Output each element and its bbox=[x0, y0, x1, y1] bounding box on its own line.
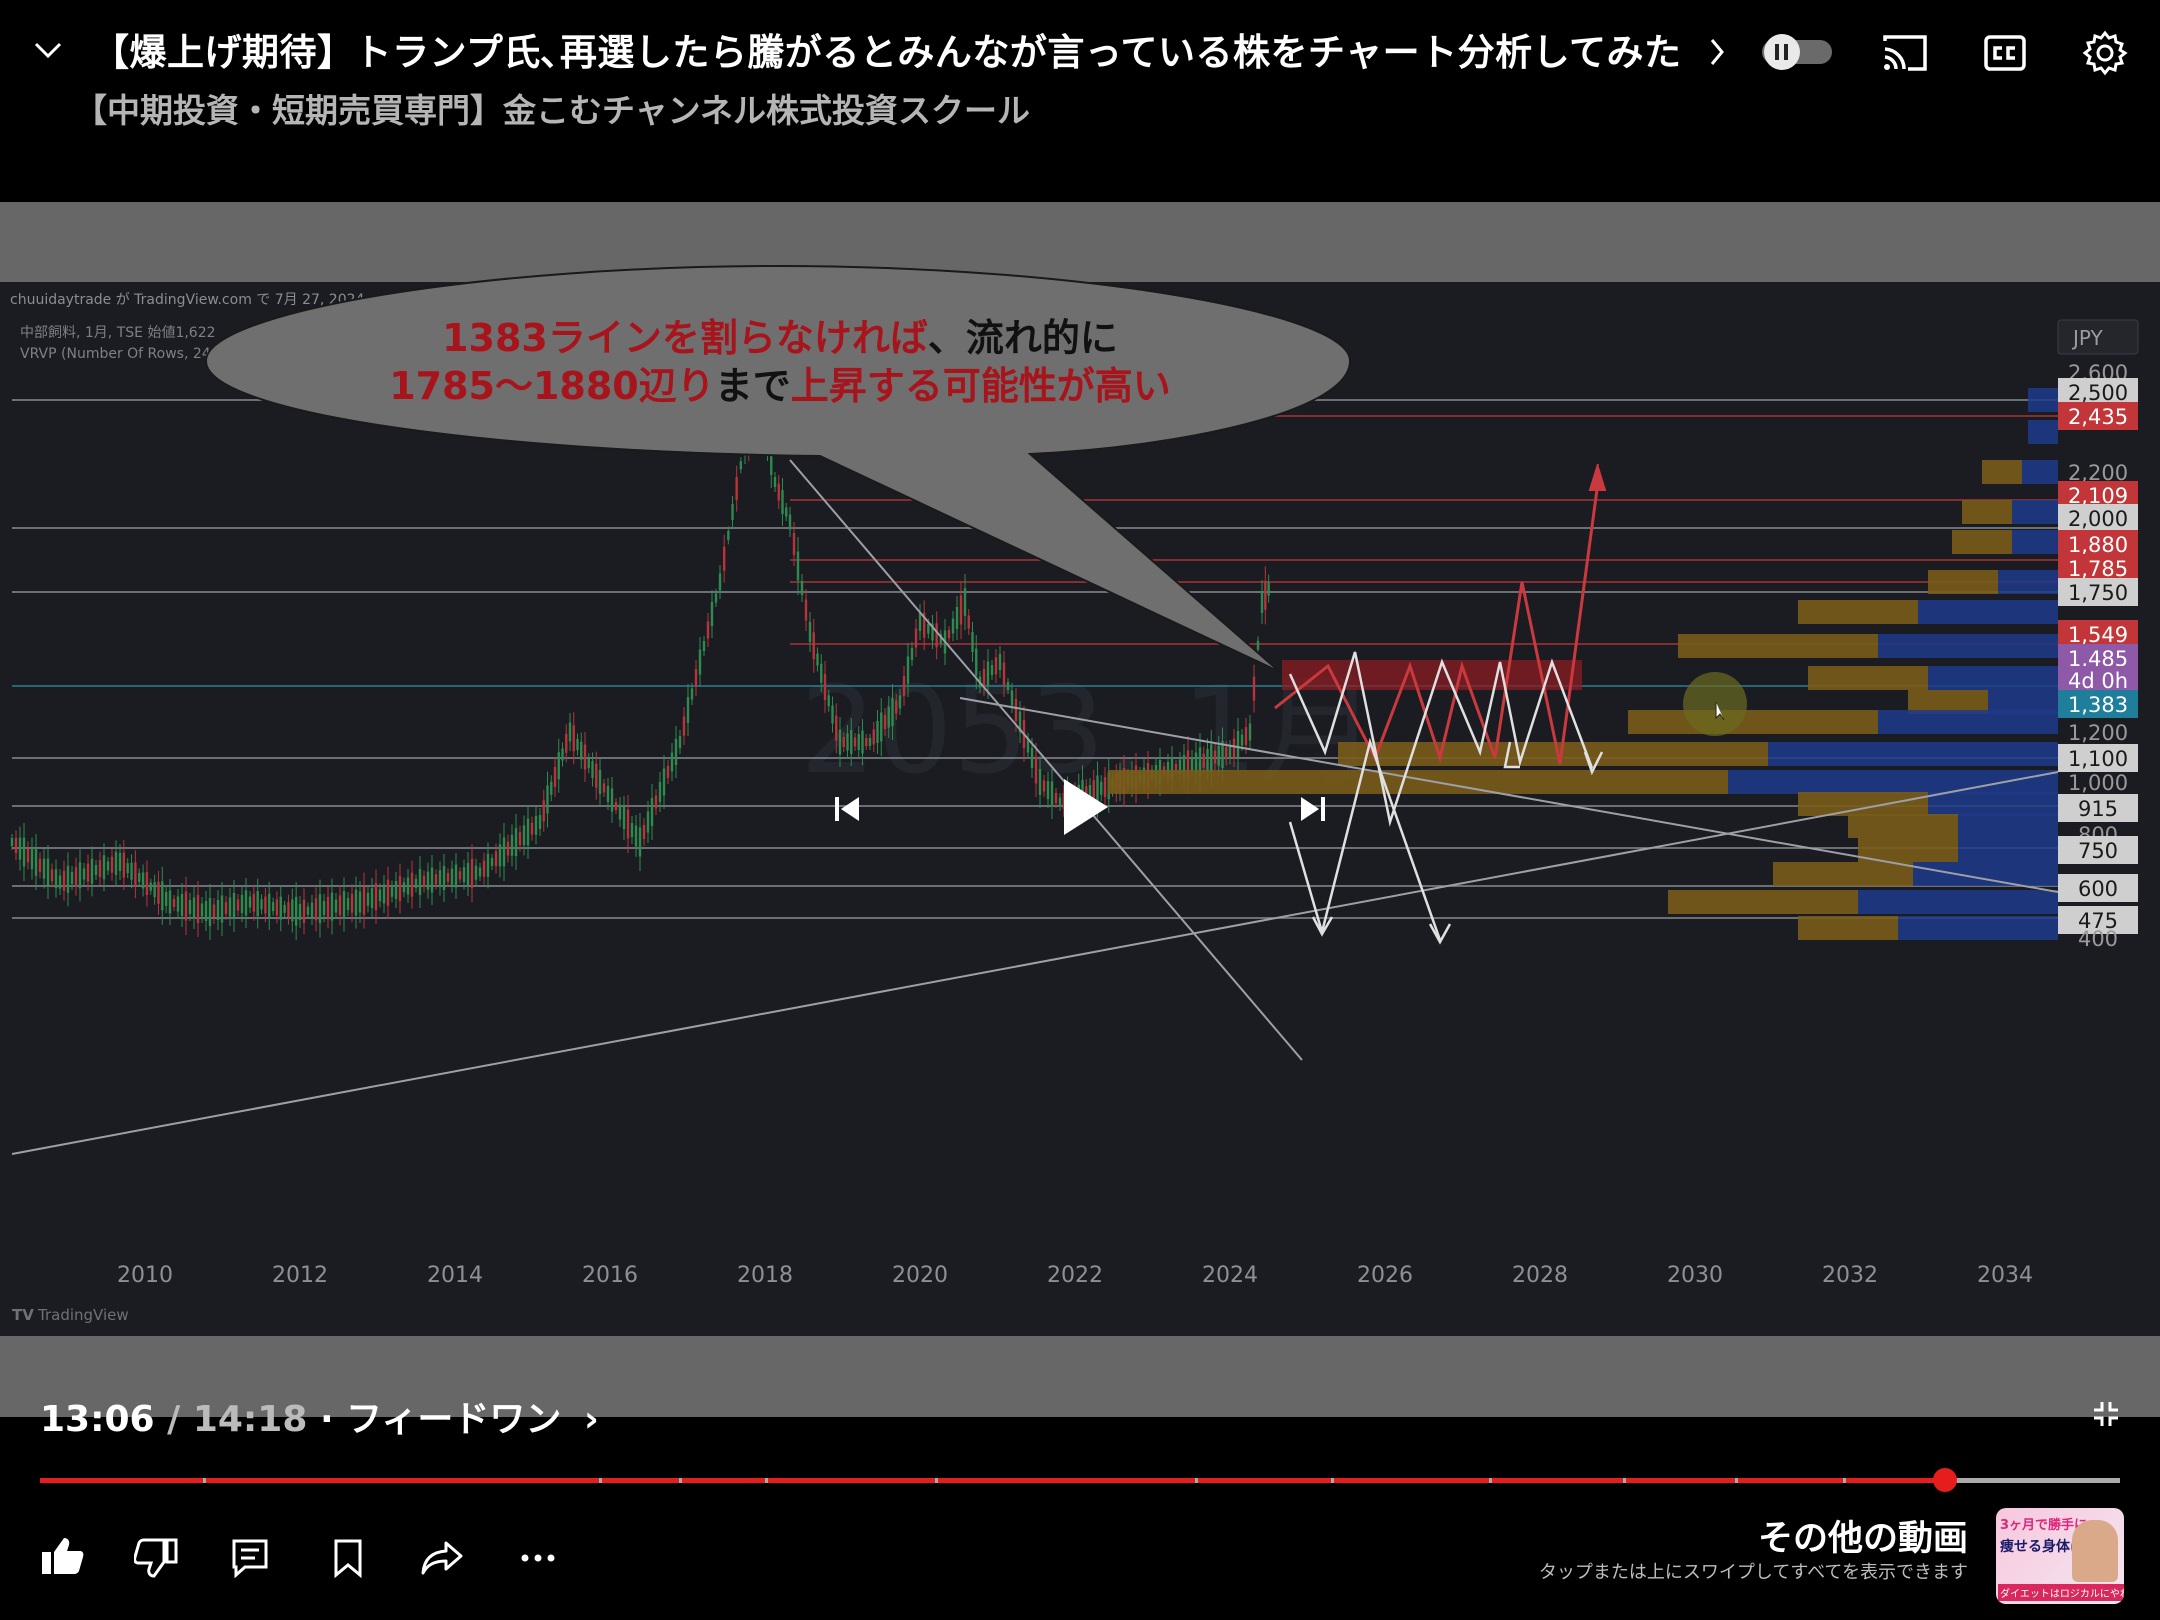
exit-fullscreen-icon[interactable] bbox=[2088, 1396, 2124, 1432]
channel-name[interactable]: 【中期投資・短期売買専門】金こむチャンネル株式投資スクール bbox=[74, 84, 1030, 132]
settings-gear-icon[interactable] bbox=[2080, 28, 2130, 78]
year-tick: 2016 bbox=[582, 1263, 638, 1288]
progress-chapter-segment bbox=[1846, 1478, 1943, 1483]
progress-scrubber[interactable] bbox=[1933, 1468, 1958, 1492]
progress-chapter-segment bbox=[1334, 1478, 1489, 1483]
video-title-text: 【爆上げ期待】トランプ氏､再選したら騰がるとみんなが言っている株をチャート分析し… bbox=[92, 31, 1682, 74]
year-tick: 2030 bbox=[1667, 1263, 1723, 1288]
progress-chapter-segment bbox=[1626, 1478, 1735, 1483]
captions-icon[interactable] bbox=[1982, 30, 2028, 76]
progress-chapter-segment bbox=[1198, 1478, 1331, 1483]
chapter-chevron-icon[interactable]: › bbox=[584, 1399, 599, 1440]
year-tick: 2024 bbox=[1202, 1263, 1258, 1288]
price-tick: 400 bbox=[2078, 927, 2118, 951]
share-button[interactable] bbox=[414, 1530, 470, 1586]
video-player[interactable]: chuuidaytrade が TradingView.com で 7月 27,… bbox=[0, 202, 2160, 1417]
like-button[interactable] bbox=[34, 1528, 90, 1584]
video-title[interactable]: 【爆上げ期待】トランプ氏､再選したら騰がるとみんなが言っている株をチャート分析し… bbox=[92, 22, 1725, 76]
more-videos-title[interactable]: その他の動画 bbox=[1758, 1510, 1968, 1561]
year-tick: 2028 bbox=[1512, 1263, 1568, 1288]
progress-chapter-segment bbox=[206, 1478, 599, 1483]
year-tick: 2026 bbox=[1357, 1263, 1413, 1288]
chapter-title[interactable]: · フィードワン bbox=[307, 1399, 562, 1440]
progress-chapter-segment bbox=[1738, 1478, 1843, 1483]
save-bookmark-button[interactable] bbox=[320, 1530, 376, 1586]
time-display: 13:06 / 14:18 · フィードワン › bbox=[40, 1390, 599, 1442]
duration: 14:18 bbox=[192, 1399, 308, 1440]
callout-red-1: 1383ラインを割らなければ bbox=[442, 316, 928, 360]
next-icon[interactable] bbox=[1288, 784, 1338, 834]
progress-chapter-segment bbox=[682, 1478, 765, 1483]
year-tick: 2010 bbox=[117, 1263, 173, 1288]
progress-chapter-segment bbox=[1492, 1478, 1623, 1483]
comments-button[interactable] bbox=[222, 1530, 278, 1586]
tradingview-label: TradingView bbox=[37, 1306, 129, 1324]
previous-icon[interactable] bbox=[822, 784, 872, 834]
year-tick: 2018 bbox=[737, 1263, 793, 1288]
year-tick: 2014 bbox=[427, 1263, 483, 1288]
dislike-button[interactable] bbox=[128, 1530, 184, 1586]
title-chevron-icon bbox=[1709, 33, 1725, 76]
progress-chapter-segment bbox=[768, 1478, 935, 1483]
collapse-chevron-icon[interactable] bbox=[28, 30, 68, 70]
year-tick: 2032 bbox=[1822, 1263, 1878, 1288]
progress-bar[interactable] bbox=[40, 1468, 2120, 1492]
callout-red-3: 上昇する可能性が高い bbox=[790, 364, 1171, 408]
more-videos-subtitle: タップまたは上にスワイプしてすべてを表示できます bbox=[1538, 1562, 1968, 1583]
play-button[interactable] bbox=[1020, 752, 1150, 862]
progress-chapter-segment bbox=[40, 1478, 203, 1483]
time-axis: 2010 2012 2014 2016 2018 2020 2022 2024 2026 2028… bbox=[117, 1263, 2033, 1288]
progress-chapter-segment bbox=[938, 1478, 1195, 1483]
more-videos-thumbnail[interactable]: 3ヶ月で勝手に 痩せる身体に ダイエットはロジカルにやれ bbox=[1996, 1508, 2124, 1604]
more-options-icon[interactable] bbox=[512, 1530, 564, 1586]
year-tick: 2022 bbox=[1047, 1263, 1103, 1288]
callout-black-2: まで bbox=[714, 364, 791, 408]
callout-text: 1383ラインを割らなければ、流れ的に 1785～1880辺りまで上昇する可能性… bbox=[380, 314, 1180, 410]
year-tick: 2020 bbox=[892, 1263, 948, 1288]
time-separator: / bbox=[154, 1399, 193, 1440]
tradingview-logo: 𝗧𝗩 bbox=[12, 1306, 34, 1324]
progress-chapter-segment bbox=[602, 1478, 679, 1483]
thumb-text-3: ダイエットはロジカルにやれ bbox=[1998, 1584, 2124, 1601]
year-tick: 2034 bbox=[1977, 1263, 2033, 1288]
callout-red-2: 1785～1880辺り bbox=[389, 364, 715, 408]
callout-black-1: 、流れ的に bbox=[927, 316, 1118, 360]
cast-icon[interactable] bbox=[1880, 28, 1930, 78]
autoplay-toggle[interactable] bbox=[1760, 32, 1834, 72]
current-time: 13:06 bbox=[40, 1399, 155, 1440]
year-tick: 2012 bbox=[272, 1263, 328, 1288]
thumb-person bbox=[2072, 1520, 2118, 1582]
